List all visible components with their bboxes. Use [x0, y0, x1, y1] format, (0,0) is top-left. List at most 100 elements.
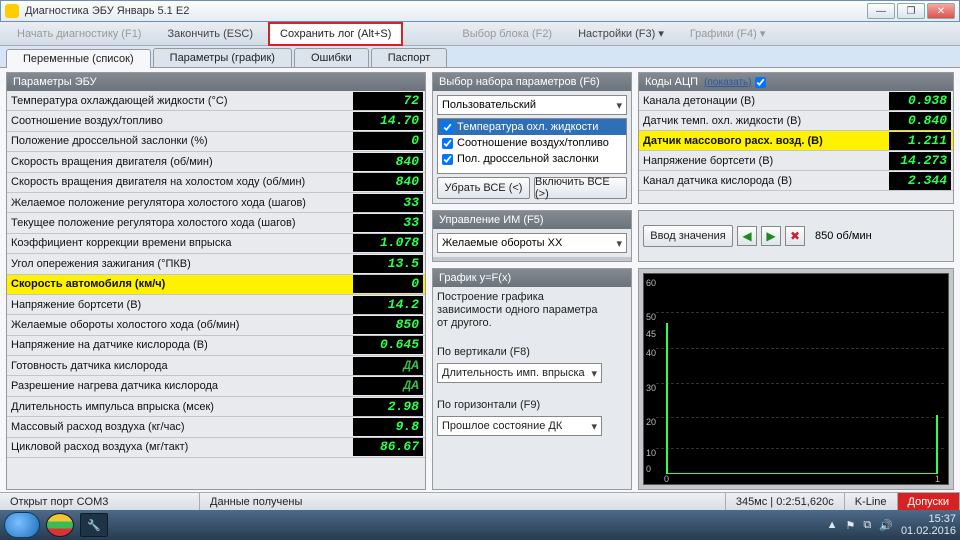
btn-remove-all[interactable]: Убрать ВСЕ (<)	[437, 177, 530, 199]
paramset-combo[interactable]: Пользовательский	[437, 95, 627, 115]
param-value: 840	[353, 173, 423, 191]
graph-desc: Построение графика зависимости одного па…	[437, 291, 602, 330]
taskbar-chrome-icon[interactable]	[46, 513, 74, 537]
adc-value: 0.840	[889, 112, 951, 130]
status-tolerances[interactable]: Допуски	[898, 493, 960, 510]
panel-header-adc: Коды АЦП (показать)	[639, 73, 953, 91]
param-row[interactable]: Скорость вращения двигателя (об/мин)840	[7, 152, 425, 172]
graph-horizontal-combo[interactable]: Прошлое состояние ДК	[437, 416, 602, 436]
app-icon	[5, 4, 19, 18]
tray-volume-icon[interactable]: 🔊	[879, 519, 893, 532]
param-list[interactable]: Температура охлаждающей жидкости (°C)72С…	[7, 91, 425, 489]
param-row[interactable]: Температура охлаждающей жидкости (°C)72	[7, 91, 425, 111]
tray-action-center-icon[interactable]: ⚑	[846, 519, 856, 532]
param-row[interactable]: Желаемое положение регулятора холостого …	[7, 193, 425, 213]
tab-variables-list[interactable]: Переменные (список)	[6, 49, 151, 68]
start-button[interactable]	[4, 512, 40, 538]
close-button[interactable]: ✕	[927, 3, 955, 19]
tray-network-icon[interactable]: ⧉	[863, 519, 871, 532]
paramset-checkbox[interactable]	[442, 138, 453, 149]
param-value: 2.98	[353, 398, 423, 416]
param-row[interactable]: Разрешение нагрева датчика кислородаДА	[7, 376, 425, 396]
graph-canvas[interactable]: 60 50 45 40 30 20 10 0 0 1	[643, 273, 949, 485]
panel-header-graph: График y=F(x)	[433, 269, 631, 287]
control-combo[interactable]: Желаемые обороты ХХ	[437, 233, 627, 253]
minimize-button[interactable]: —	[867, 3, 895, 19]
status-timing: 345мс | 0:2:51,620с	[726, 493, 845, 510]
tab-errors[interactable]: Ошибки	[294, 48, 369, 67]
btn-cancel[interactable]: ✖	[785, 226, 805, 246]
adc-row[interactable]: Канала детонации (В)0.938	[639, 91, 953, 111]
menu-save-log[interactable]: Сохранить лог (Alt+S)	[268, 22, 403, 46]
param-row[interactable]: Напряжение бортсети (В)14.2	[7, 295, 425, 315]
tray-clock[interactable]: 15:3701.02.2016	[901, 513, 956, 537]
adc-label: Канала детонации (В)	[639, 95, 887, 107]
window-title: Диагностика ЭБУ Январь 5.1 E2	[25, 5, 867, 17]
param-row[interactable]: Скорость автомобиля (км/ч)0	[7, 275, 425, 295]
maximize-button[interactable]: ❐	[897, 3, 925, 19]
control-value: 850 об/мин	[809, 230, 949, 242]
menu-charts[interactable]: Графики (F4) ▾	[679, 22, 777, 45]
paramset-checkbox[interactable]	[442, 154, 453, 165]
graph-hlabel: По горизонтали (F9)	[437, 399, 602, 411]
taskbar-app-icon[interactable]: 🔧	[80, 513, 108, 537]
panel-graph-plot: 60 50 45 40 30 20 10 0 0 1	[638, 268, 954, 490]
main-area: Параметры ЭБУ Температура охлаждающей жи…	[0, 68, 960, 492]
param-row[interactable]: Положение дроссельной заслонки (%)0	[7, 132, 425, 152]
tray-flag-icon[interactable]: ▲	[827, 519, 838, 531]
adc-row[interactable]: Напряжение бортсети (В)14.273	[639, 151, 953, 171]
btn-next[interactable]: ▶	[761, 226, 781, 246]
btn-enter-value[interactable]: Ввод значения	[643, 225, 733, 247]
panel-ecu-params: Параметры ЭБУ Температура охлаждающей жи…	[6, 72, 426, 490]
param-row[interactable]: Цикловой расход воздуха (мг/такт)86.67	[7, 438, 425, 458]
menu-start-diag[interactable]: Начать диагностику (F1)	[6, 23, 152, 45]
param-value: 33	[353, 214, 423, 232]
param-row[interactable]: Напряжение на датчике кислорода (В)0.645	[7, 336, 425, 356]
param-value: 14.2	[353, 296, 423, 314]
menu-settings[interactable]: Настройки (F3) ▾	[567, 22, 675, 45]
status-port: Открыт порт COM3	[0, 493, 200, 510]
param-label: Текущее положение регулятора холостого х…	[7, 217, 351, 229]
param-row[interactable]: Желаемые обороты холостого хода (об/мин)…	[7, 315, 425, 335]
param-label: Готовность датчика кислорода	[7, 360, 351, 372]
adc-row[interactable]: Датчик темп. охл. жидкости (В)0.840	[639, 111, 953, 131]
panel-param-set: Выбор набора параметров (F6) Пользовател…	[432, 72, 632, 204]
param-value: 86.67	[353, 438, 423, 456]
tab-passport[interactable]: Паспорт	[371, 48, 448, 67]
paramset-checkbox[interactable]	[442, 122, 453, 133]
tab-params-graph[interactable]: Параметры (график)	[153, 48, 292, 67]
param-value: 850	[353, 316, 423, 334]
adc-value: 0.938	[889, 92, 951, 110]
paramset-item[interactable]: Соотношение воздух/топливо	[438, 135, 626, 151]
menu-select-block[interactable]: Выбор блока (F2)	[451, 23, 563, 45]
param-value: 14.70	[353, 112, 423, 130]
param-row[interactable]: Скорость вращения двигателя на холостом …	[7, 173, 425, 193]
paramset-item[interactable]: Пол. дроссельной заслонки	[438, 151, 626, 167]
param-row[interactable]: Угол опережения зажигания (°ПКВ)13.5	[7, 254, 425, 274]
param-label: Соотношение воздух/топливо	[7, 115, 351, 127]
param-row[interactable]: Соотношение воздух/топливо14.70	[7, 111, 425, 131]
param-row[interactable]: Готовность датчика кислородаДА	[7, 356, 425, 376]
param-value: ДА	[353, 357, 423, 375]
menu-stop[interactable]: Закончить (ESC)	[156, 23, 264, 45]
adc-row[interactable]: Датчик массового расх. возд. (В)1.211	[639, 131, 953, 151]
param-row[interactable]: Коэффициент коррекции времени впрыска1.0…	[7, 234, 425, 254]
system-tray[interactable]: ▲ ⚑ ⧉ 🔊 15:3701.02.2016	[827, 513, 956, 537]
param-label: Цикловой расход воздуха (мг/такт)	[7, 441, 351, 453]
paramset-item[interactable]: Температура охл. жидкости	[438, 119, 626, 135]
adc-row[interactable]: Канал датчика кислорода (В)2.344	[639, 171, 953, 191]
param-label: Разрешение нагрева датчика кислорода	[7, 380, 351, 392]
adc-show-checkbox[interactable]	[755, 77, 766, 88]
btn-include-all[interactable]: Включить ВСЕ (>)	[534, 177, 627, 199]
param-label: Напряжение на датчике кислорода (В)	[7, 339, 351, 351]
paramset-listbox[interactable]: Температура охл. жидкостиСоотношение воз…	[437, 118, 627, 174]
param-label: Температура охлаждающей жидкости (°C)	[7, 95, 351, 107]
panel-adc: Коды АЦП (показать) Канала детонации (В)…	[638, 72, 954, 204]
btn-prev[interactable]: ◀	[737, 226, 757, 246]
adc-show-link[interactable]: (показать)	[704, 77, 751, 88]
adc-list: Канала детонации (В)0.938Датчик темп. ох…	[639, 91, 953, 203]
param-row[interactable]: Длительность импульса впрыска (мсек)2.98	[7, 397, 425, 417]
graph-vertical-combo[interactable]: Длительность имп. впрыска	[437, 363, 602, 383]
param-row[interactable]: Массовый расход воздуха (кг/час)9.8	[7, 417, 425, 437]
param-row[interactable]: Текущее положение регулятора холостого х…	[7, 213, 425, 233]
